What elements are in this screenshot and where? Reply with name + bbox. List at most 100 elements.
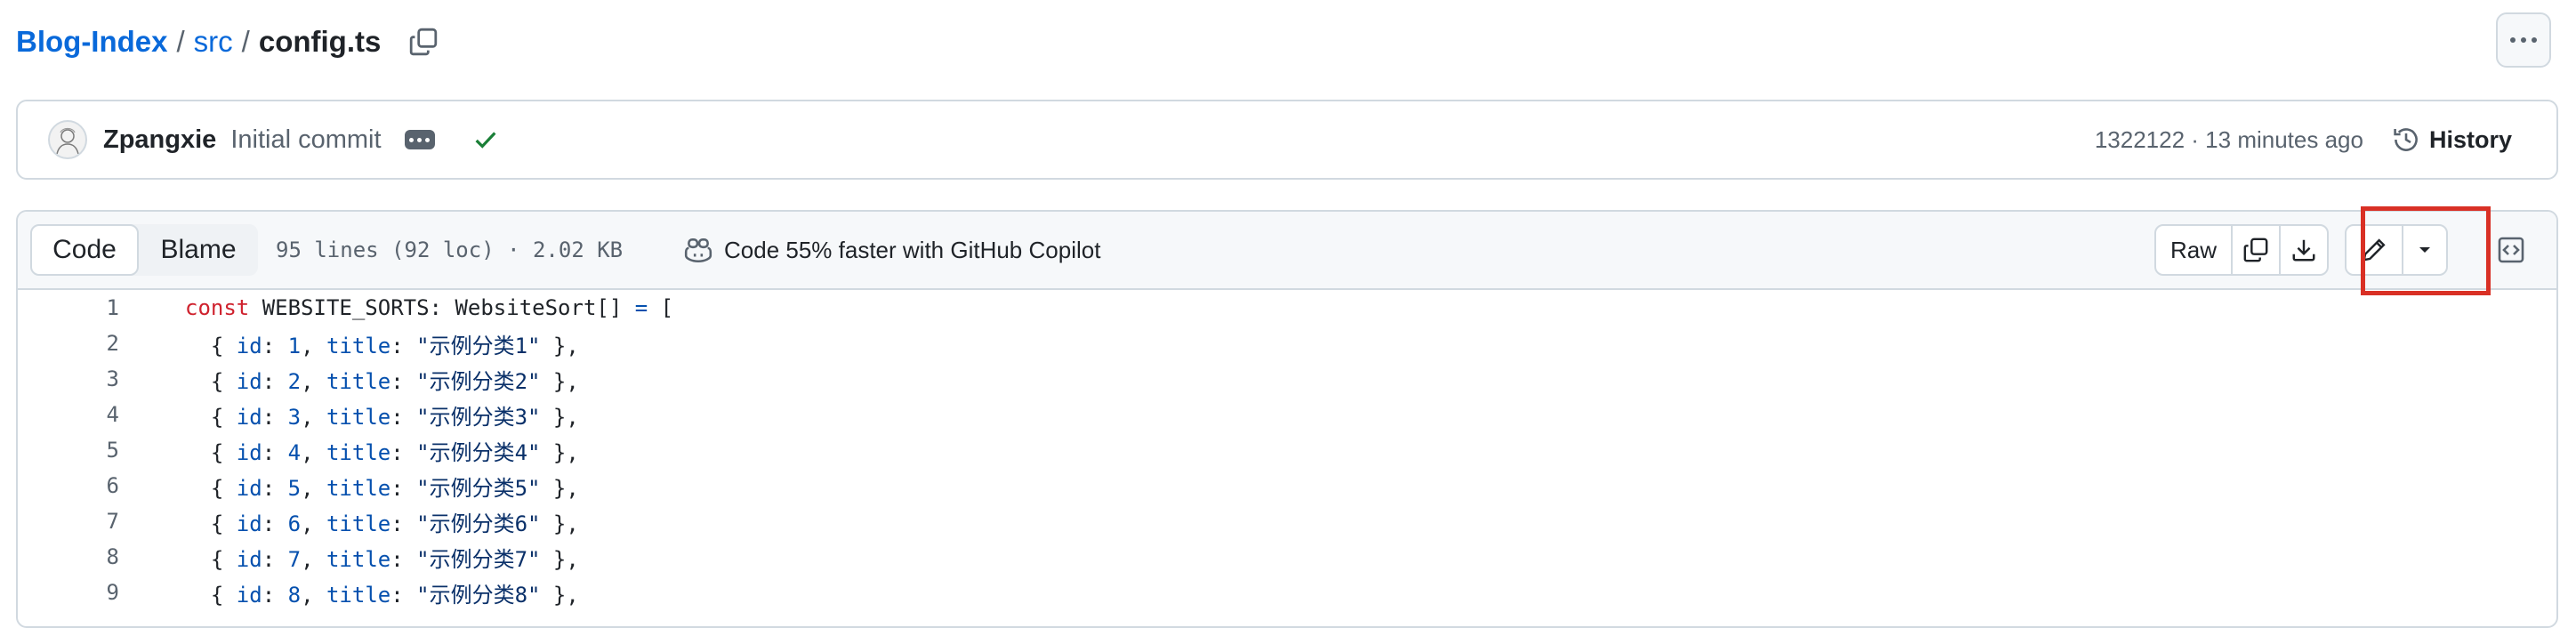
commit-message[interactable]: Initial commit — [230, 125, 381, 155]
download-button[interactable] — [2279, 226, 2327, 274]
code-text: { id: 1, title: "示例分类1" }, — [185, 328, 579, 359]
avatar[interactable] — [48, 120, 87, 159]
breadcrumb-dir-link[interactable]: src — [194, 25, 233, 59]
file-viewer: Code Blame 95 lines (92 loc) · 2.02 KB C… — [16, 210, 2558, 628]
copy-path-button[interactable] — [406, 24, 441, 60]
download-icon — [2292, 239, 2315, 262]
code-token: { — [185, 511, 237, 536]
breadcrumb-repo-link[interactable]: Blog-Index — [16, 25, 168, 59]
code-text: { id: 2, title: "示例分类2" }, — [185, 364, 579, 395]
code-token: , — [301, 368, 326, 394]
line-number[interactable]: 7 — [18, 509, 119, 534]
commit-author[interactable]: Zpangxie — [103, 125, 216, 155]
view-toggle: Code Blame — [30, 224, 258, 276]
code-token: : — [262, 333, 288, 358]
code-token: , — [301, 333, 326, 358]
code-token: id — [236, 475, 262, 501]
code-token: "示例分类2" — [416, 368, 541, 394]
copilot-promo-link[interactable]: Code 55% faster with GitHub Copilot — [683, 212, 1100, 288]
line-number[interactable]: 5 — [18, 438, 119, 463]
code-token: "示例分类6" — [416, 511, 541, 536]
ellipsis-icon-dot — [417, 137, 423, 142]
tab-blame[interactable]: Blame — [139, 224, 258, 276]
history-icon — [2394, 128, 2418, 151]
code-token: : — [390, 368, 417, 394]
check-icon[interactable] — [472, 126, 499, 153]
code-text: { id: 7, title: "示例分类7" }, — [185, 542, 579, 573]
code-token: : — [390, 404, 417, 430]
code-token: }, — [540, 404, 579, 430]
code-line: 3 { id: 2, title: "示例分类2" }, — [18, 361, 2556, 397]
copy-raw-button[interactable] — [2231, 226, 2279, 274]
code-token: , — [301, 475, 326, 501]
kebab-icon — [2510, 37, 2537, 43]
code-token: : — [390, 475, 417, 501]
code-line: 9 { id: 8, title: "示例分类8" }, — [18, 575, 2556, 610]
edit-options-dropdown[interactable] — [2402, 226, 2446, 274]
code-view: 1 const WEBSITE_SORTS: WebsiteSort[] = [ 2… — [18, 290, 2556, 610]
code-text: { id: 8, title: "示例分类8" }, — [185, 577, 579, 608]
expand-commit-button[interactable] — [404, 130, 435, 149]
code-token: : — [262, 475, 288, 501]
code-token: id — [236, 511, 262, 536]
code-token: 1 — [287, 333, 302, 358]
code-text: { id: 4, title: "示例分类4" }, — [185, 435, 579, 466]
code-token: : — [390, 511, 417, 536]
copy-icon — [2243, 238, 2268, 262]
more-options-button[interactable] — [2496, 12, 2551, 68]
code-token: 6 — [287, 511, 302, 536]
code-token: "示例分类5" — [416, 475, 541, 501]
code-token: id — [236, 439, 262, 465]
commit-sha-time[interactable]: 1322122 · 13 minutes ago — [2095, 126, 2363, 154]
code-token: : WebsiteSort[] — [429, 295, 635, 320]
line-number[interactable]: 8 — [18, 544, 119, 569]
code-token: }, — [540, 333, 579, 358]
code-token: , — [301, 404, 326, 430]
history-label: History — [2428, 125, 2512, 153]
file-actions: Raw — [2154, 224, 2448, 276]
edit-file-button[interactable] — [2347, 226, 2402, 274]
code-token: "示例分类8" — [416, 582, 541, 608]
code-token: "示例分类7" — [416, 546, 541, 572]
code-token: }, — [540, 546, 579, 572]
code-token: }, — [540, 368, 579, 394]
code-line: 7 { id: 6, title: "示例分类6" }, — [18, 503, 2556, 539]
code-token: 5 — [287, 475, 302, 501]
line-number[interactable]: 9 — [18, 580, 119, 605]
code-token: , — [301, 582, 326, 608]
latest-commit-bar: Zpangxie Initial commit 1322122 · 13 min… — [16, 100, 2558, 180]
code-token: : — [262, 368, 288, 394]
line-number[interactable]: 3 — [18, 366, 119, 391]
code-token: title — [326, 546, 391, 572]
code-token: WEBSITE_SORTS — [249, 295, 430, 320]
code-token: , — [301, 439, 326, 465]
code-token: title — [326, 404, 391, 430]
line-number[interactable]: 4 — [18, 402, 119, 427]
code-token: title — [326, 475, 391, 501]
copilot-icon — [684, 238, 712, 263]
code-token: "示例分类3" — [416, 404, 541, 430]
code-line: 1 const WEBSITE_SORTS: WebsiteSort[] = [ — [18, 290, 2556, 326]
code-token: "示例分类1" — [416, 333, 541, 358]
line-number[interactable]: 1 — [18, 295, 119, 320]
history-button[interactable]: History — [2392, 125, 2512, 154]
ellipsis-icon-dot — [409, 137, 415, 142]
code-token: "示例分类4" — [416, 439, 541, 465]
code-text: { id: 6, title: "示例分类6" }, — [185, 506, 579, 537]
copy-icon — [410, 28, 438, 56]
avatar-image-icon — [56, 127, 79, 155]
code-token: title — [326, 582, 391, 608]
file-stats: 95 lines (92 loc) · 2.02 KB — [276, 238, 624, 262]
breadcrumb: Blog-Index / src / config.ts — [16, 20, 441, 64]
code-token: , — [301, 511, 326, 536]
tab-code[interactable]: Code — [30, 224, 139, 276]
code-token: : — [390, 439, 417, 465]
breadcrumb-file-name: config.ts — [258, 25, 382, 58]
line-number[interactable]: 6 — [18, 473, 119, 498]
symbols-panel-button[interactable] — [2485, 224, 2537, 276]
code-line: 8 { id: 7, title: "示例分类7" }, — [18, 539, 2556, 575]
code-token: : — [390, 333, 417, 358]
raw-button[interactable]: Raw — [2156, 226, 2231, 274]
line-number[interactable]: 2 — [18, 331, 119, 356]
code-token: { — [185, 582, 237, 608]
